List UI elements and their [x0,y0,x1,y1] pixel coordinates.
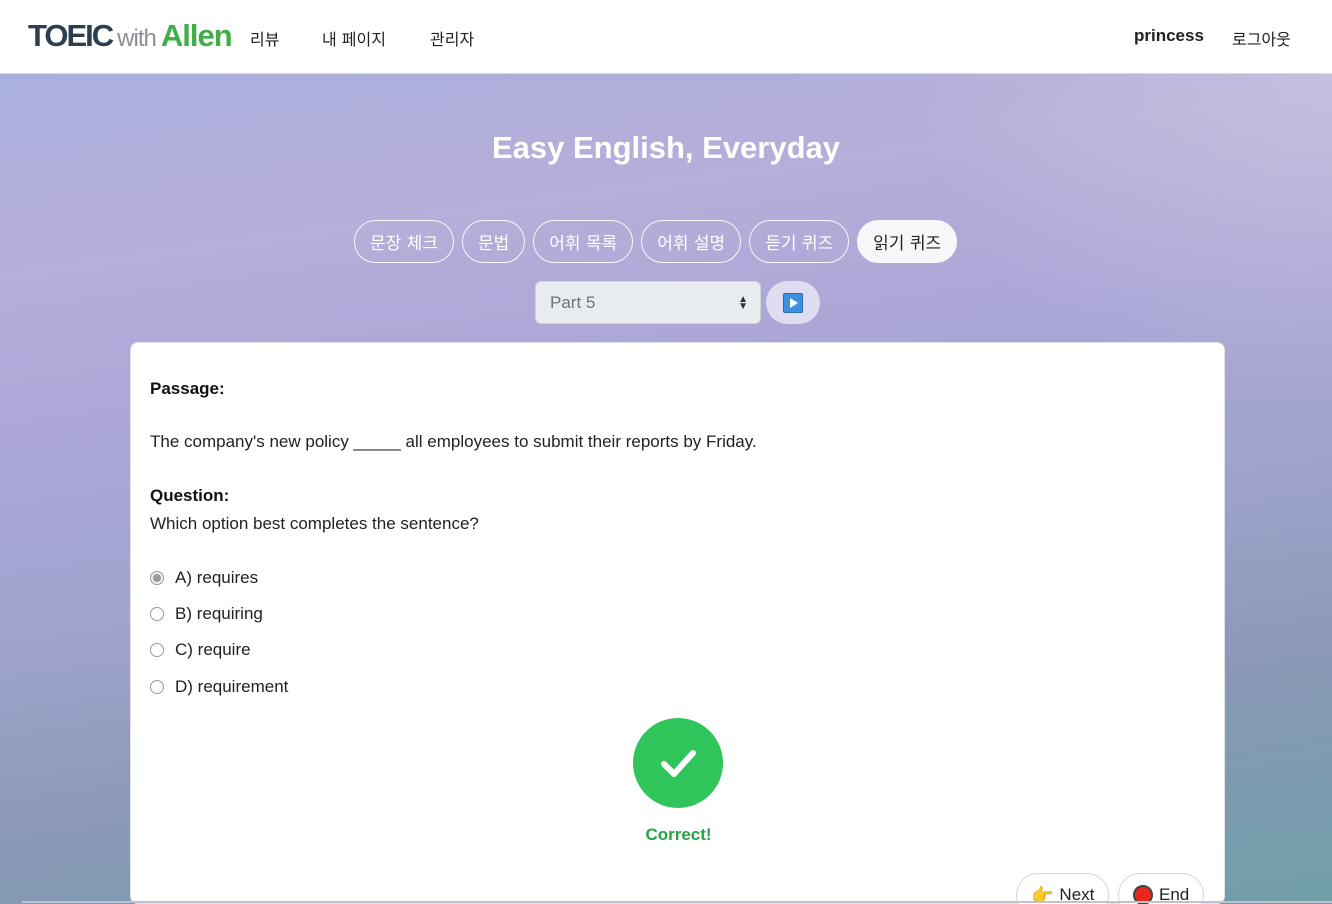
nav-review-link[interactable]: 리뷰 [250,26,279,50]
page-bottom-divider [22,901,1332,903]
question-label: Question: [150,486,230,505]
question-text: Which option best completes the sentence… [150,514,479,533]
username: princess [1134,26,1204,45]
passage-text: The company's new policy _____ all emplo… [150,432,757,451]
option-b-radio[interactable] [150,607,164,621]
logo-toeic: TOEIC [28,18,114,53]
tab-vocab-list[interactable]: 어휘 목록 [533,220,634,263]
part-select[interactable]: Part 5 ▲ ▼ [535,281,761,324]
tab-listening-quiz[interactable]: 듣기 퀴즈 [749,220,850,263]
page-headline: Easy English, Everyday [491,130,841,165]
checkmark-icon [633,718,723,808]
next-button[interactable]: 👉 Next [1016,873,1110,904]
site-logo[interactable]: TOEIC with Allen [28,18,233,56]
play-button[interactable] [766,281,820,324]
passage-label: Passage: [150,379,225,398]
option-c[interactable]: C) require [150,640,251,660]
option-a-radio[interactable] [150,571,164,585]
tab-reading-quiz[interactable]: 읽기 퀴즈 [857,220,958,263]
option-b[interactable]: B) requiring [150,604,263,624]
tab-vocab-explain[interactable]: 어휘 설명 [641,220,742,263]
option-c-label: C) require [175,640,251,659]
quiz-card: Passage: The company's new policy _____ … [130,342,1225,904]
top-navbar: TOEIC with Allen 리뷰 내 페이지 관리자 princess 로… [0,0,1332,74]
tab-sentence-check[interactable]: 문장 체크 [354,220,454,263]
select-caret-icon: ▲ ▼ [738,294,748,312]
logo-with: with [117,25,157,52]
result-text: Correct! [645,825,712,844]
mode-tabs: 문장 체크 문법 어휘 목록 어휘 설명 듣기 퀴즈 읽기 퀴즈 [354,220,958,263]
nav-admin-link[interactable]: 관리자 [430,26,474,50]
end-button[interactable]: End [1118,873,1205,904]
logo-allen: Allen [160,18,233,53]
option-a[interactable]: A) requires [150,568,258,588]
option-d[interactable]: D) requirement [150,677,288,697]
option-d-label: D) requirement [175,677,289,696]
option-a-label: A) requires [175,568,259,587]
option-d-radio[interactable] [150,680,164,694]
logout-link[interactable]: 로그아웃 [1232,26,1291,50]
part-select-value: Part 5 [550,292,596,312]
play-icon [783,292,803,313]
tab-grammar[interactable]: 문법 [461,220,526,263]
option-b-label: B) requiring [175,604,263,623]
option-c-radio[interactable] [150,643,164,657]
nav-mypage-link[interactable]: 내 페이지 [322,26,386,50]
